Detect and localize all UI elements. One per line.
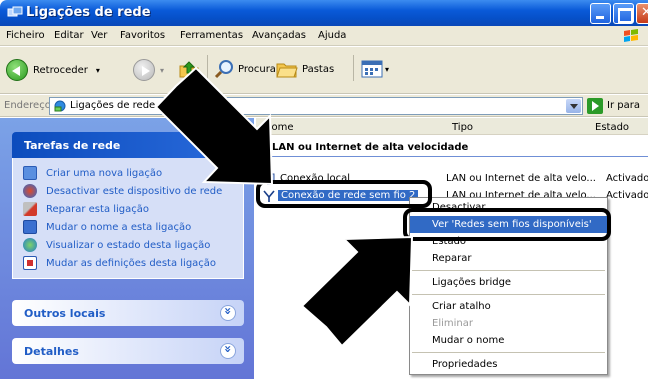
annotation-arrows [154,66,414,348]
arrow-top-left [154,66,274,186]
arrow-bottom-right [300,235,414,348]
